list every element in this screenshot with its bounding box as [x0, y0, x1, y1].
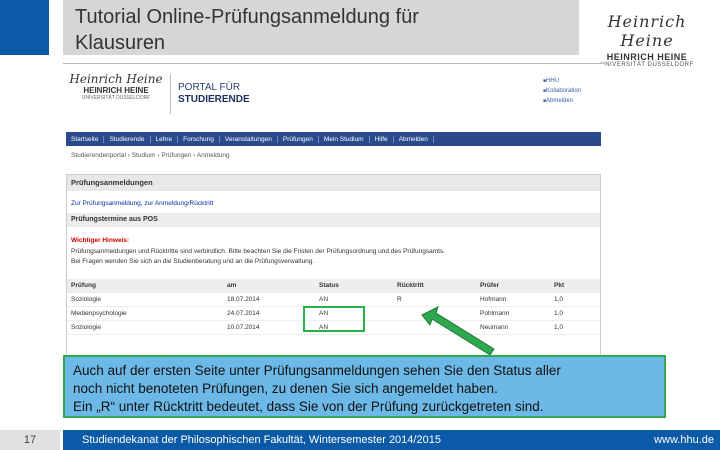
nav-item[interactable]: Studierende [104, 135, 151, 143]
nav-item[interactable]: Abmelden [394, 135, 434, 143]
col-header: Rücktritt [397, 282, 424, 289]
subsection-title: Prüfungstermine aus POS [67, 213, 600, 227]
top-link-kollaboration[interactable]: Kollaboration [543, 88, 581, 94]
col-header: am [227, 282, 237, 289]
col-header: Status [319, 282, 339, 289]
table-cell: 24.07.2014 [227, 310, 260, 317]
university-logo: Heinrich Heine HEINRICH HEINE UNIVERSITÄ… [592, 12, 702, 68]
slide-title: Tutorial Online-Prüfungsanmeldung für Kl… [75, 6, 419, 54]
callout-text: Auch auf der ersten Seite unter Prüfungs… [73, 363, 561, 414]
table-cell: 1,0 [554, 324, 564, 331]
registration-link[interactable]: Zur Prüfungsanmeldung, zur Anmeldung/Rüc… [71, 200, 213, 207]
portal-title: PORTAL FÜR STUDIERENDE [178, 82, 250, 106]
nav-item[interactable]: Hilfe [370, 135, 394, 143]
nav-item[interactable]: Mein Studium [319, 135, 370, 143]
explanation-callout: Auch auf der ersten Seite unter Prüfungs… [63, 355, 666, 418]
exam-registration-panel: Prüfungsanmeldungen Zur Prüfungsanmeldun… [66, 174, 601, 366]
table-cell: 10.07.2014 [227, 324, 260, 331]
portal-logo-separator [170, 74, 171, 114]
withdrawal-highlight-box [303, 306, 365, 332]
table-header: Prüfung am Status Rücktritt Prüfer Pkt [67, 279, 600, 293]
table-cell: Medienpsychologie [71, 310, 127, 317]
portal-nav: Startseite Studierende Lehre Forschung V… [66, 132, 601, 146]
nav-item[interactable]: Veranstaltungen [220, 135, 278, 143]
portal-top-links: HHU Kollaboration Abmelden [543, 76, 581, 106]
footer-faculty: Studiendekanat der Philosophischen Fakul… [82, 434, 441, 446]
title-box: Tutorial Online-Prüfungsanmeldung für Kl… [63, 0, 579, 55]
table-cell: 1,0 [554, 310, 564, 317]
nav-item[interactable]: Forschung [178, 135, 220, 143]
table-row: Soziologie 18.07.2014 AN R Hofmann 1,0 [67, 293, 600, 307]
top-link-abmelden[interactable]: Abmelden [543, 98, 573, 104]
logo-signature: Heinrich Heine [607, 12, 687, 50]
logo-name: HEINRICH HEINE [606, 52, 688, 62]
nav-item[interactable]: Lehre [151, 135, 179, 143]
info-line: Bei Fragen wenden Sie sich an die Studie… [71, 258, 315, 265]
table-cell: 18.07.2014 [227, 296, 260, 303]
portal-logo-name: HEINRICH HEINE [83, 86, 149, 95]
nav-item[interactable]: Prüfungen [278, 135, 319, 143]
logo-subtitle: UNIVERSITÄT DÜSSELDORF [600, 62, 694, 68]
footer-bar: Studiendekanat der Philosophischen Fakul… [63, 430, 720, 450]
info-line: Prüfungsanmeldungen und Rücktritte sind … [71, 248, 445, 255]
warning-title: Wichtiger Hinweis: [71, 237, 130, 244]
table-cell: Hofmann [480, 296, 507, 303]
table-cell: Soziologie [71, 324, 101, 331]
withdrawal-status: R [397, 296, 402, 303]
nav-item[interactable]: Startseite [66, 135, 105, 143]
footer-url[interactable]: www.hhu.de [654, 430, 714, 450]
portal-title-line1: PORTAL FÜR [178, 82, 241, 93]
top-link-hhu[interactable]: HHU [543, 78, 559, 84]
portal-title-line2: STUDIERENDE [178, 94, 250, 105]
col-header: Prüfer [480, 282, 500, 289]
accent-bar [0, 0, 49, 55]
portal-logo-signature: Heinrich Heine [69, 72, 163, 86]
portal-logo[interactable]: Heinrich Heine HEINRICH HEINE UNIVERSITÄ… [67, 72, 165, 101]
col-header: Pkt [554, 282, 565, 289]
info-text: Prüfungsanmeldungen und Rücktritte sind … [71, 247, 591, 267]
pointer-arrow-icon [421, 306, 495, 356]
col-header: Prüfung [71, 282, 96, 289]
page-number: 17 [0, 430, 60, 450]
section-title: Prüfungsanmeldungen [67, 175, 600, 191]
table-cell: 1,0 [554, 296, 564, 303]
table-cell: Soziologie [71, 296, 101, 303]
table-cell: AN [319, 296, 329, 303]
portal-logo-sub: UNIVERSITÄT DÜSSELDORF [81, 95, 151, 101]
breadcrumb[interactable]: Studierendenportal › Studium › Prüfungen… [71, 152, 230, 159]
